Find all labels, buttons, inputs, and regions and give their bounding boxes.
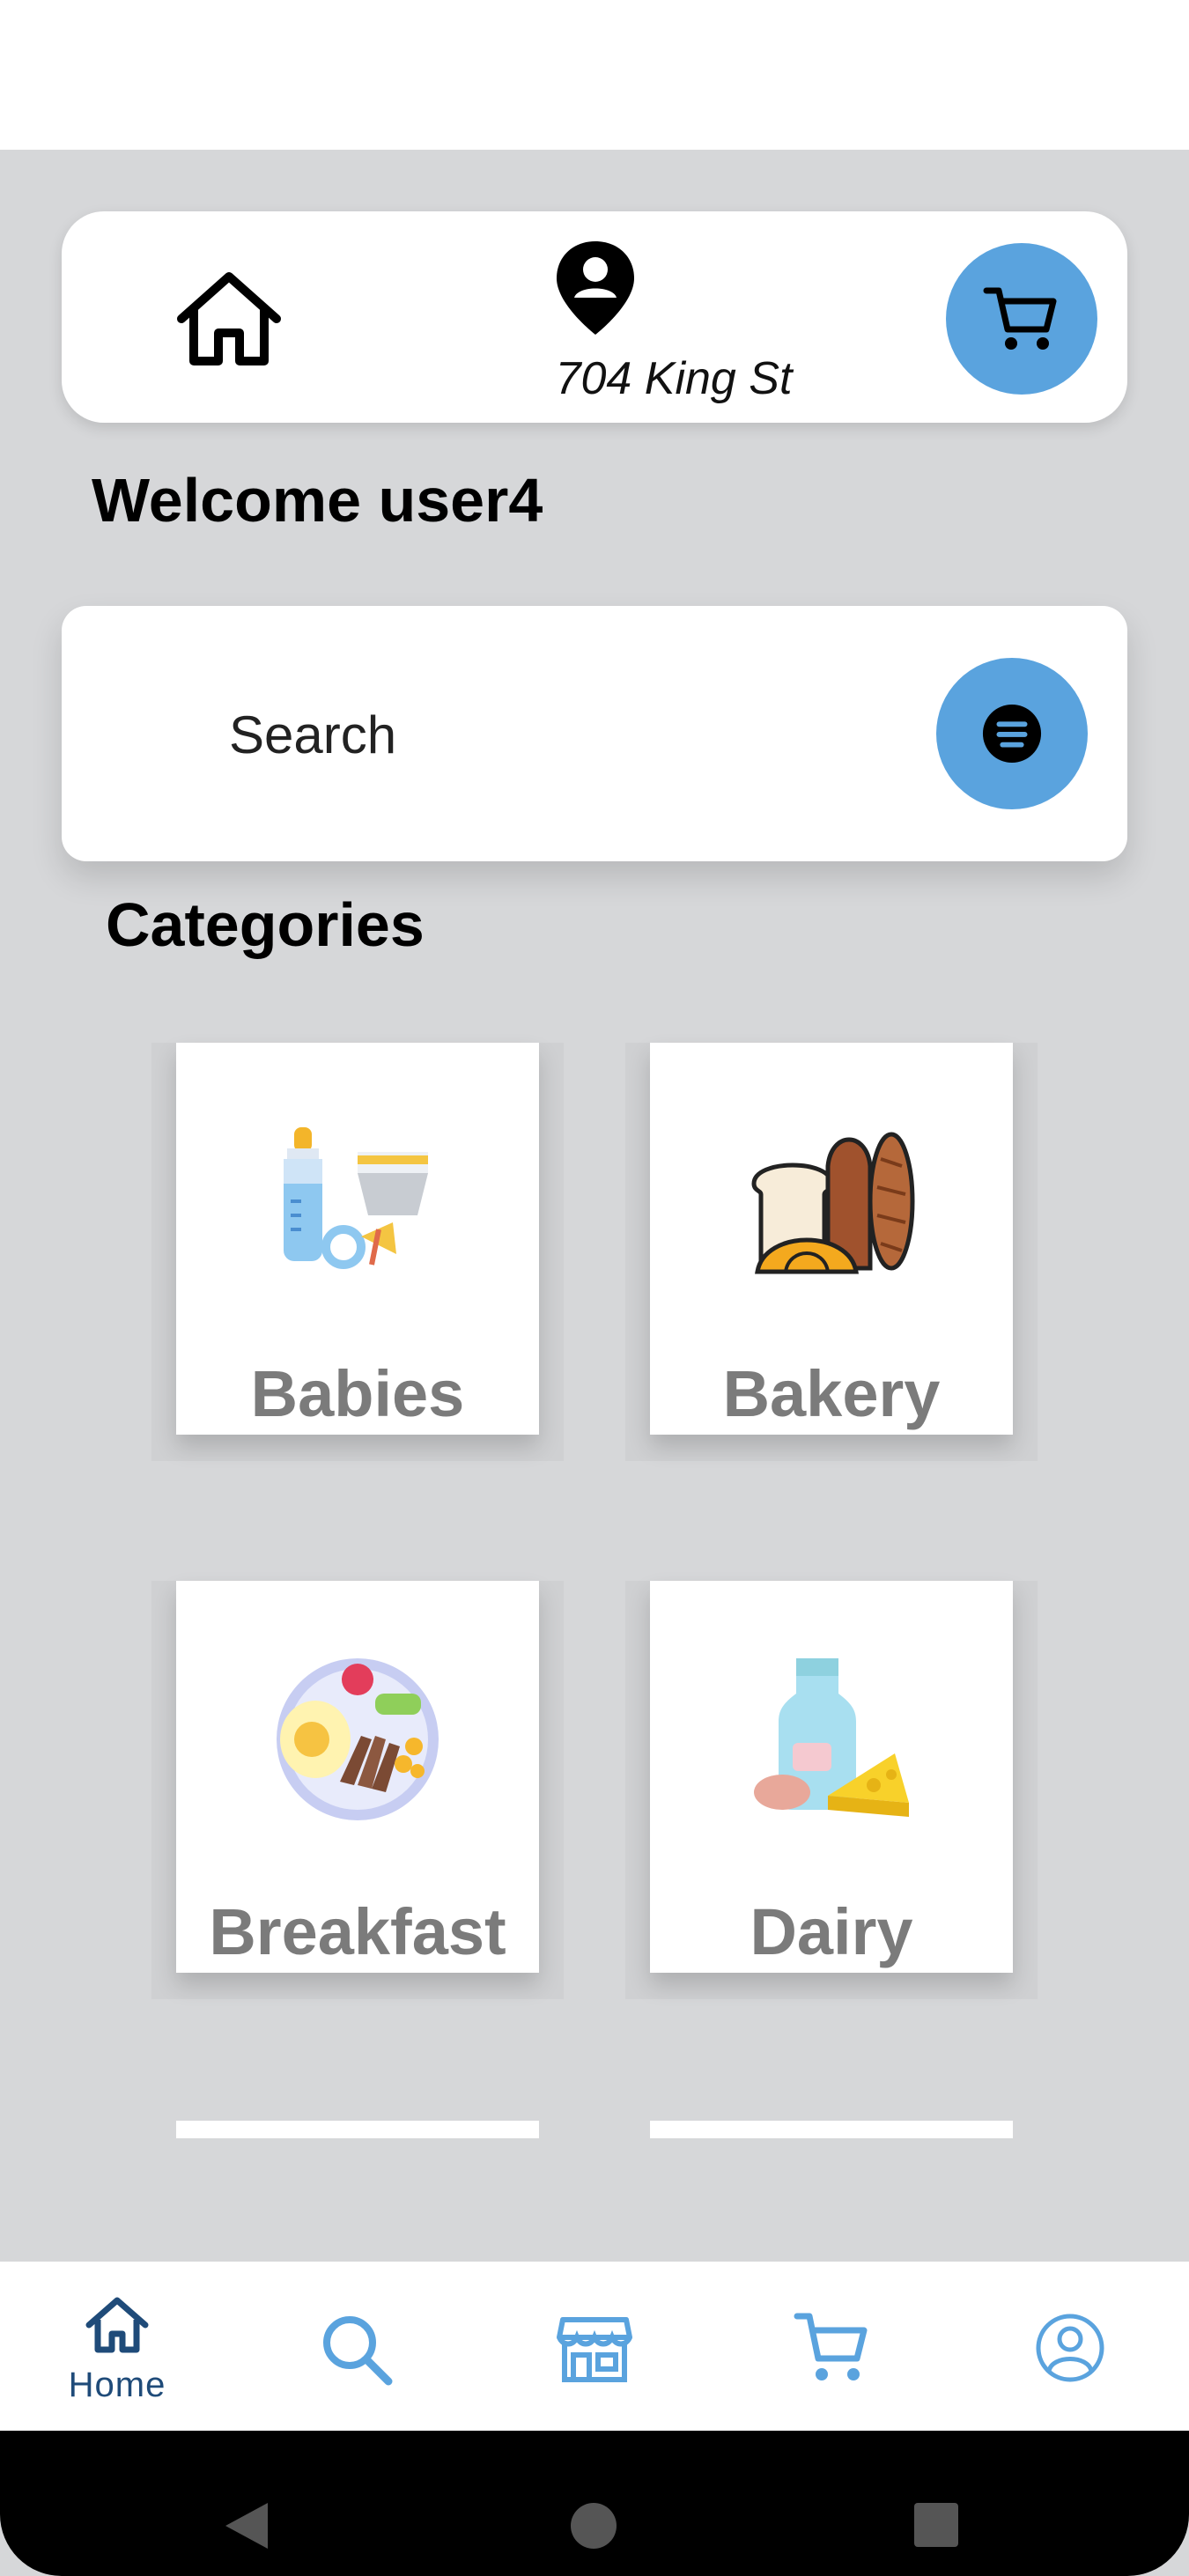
category-tile-wrap: Breakfast — [151, 1581, 564, 1999]
back-icon[interactable] — [222, 2499, 271, 2552]
store-icon — [557, 2317, 632, 2382]
system-nav-bar — [0, 2431, 1189, 2576]
header-card: 704 King St — [62, 211, 1127, 423]
nav-store[interactable] — [506, 2262, 683, 2431]
category-tile-wrap: Bakery — [625, 1043, 1038, 1461]
category-label: Bakery — [722, 1357, 941, 1430]
category-tile-partial[interactable] — [650, 2121, 1013, 2138]
categories-heading: Categories — [106, 890, 425, 959]
category-tile-babies[interactable]: Babies — [176, 1043, 539, 1435]
cart-icon — [794, 2313, 868, 2380]
category-label: Dairy — [750, 1895, 913, 1968]
category-tile-breakfast[interactable]: Breakfast — [176, 1581, 539, 1973]
breakfast-plate-icon — [277, 1658, 439, 1820]
recents-square-icon[interactable] — [912, 2501, 960, 2549]
category-tile-wrap: Babies — [151, 1043, 564, 1461]
filter-icon — [982, 704, 1042, 764]
milk-cheese-icon — [754, 1658, 909, 1817]
profile-icon — [1036, 2314, 1104, 2382]
home-icon — [85, 2297, 149, 2353]
category-tile-dairy[interactable]: Dairy — [650, 1581, 1013, 1973]
home-icon[interactable] — [174, 269, 284, 368]
bread-icon — [751, 1132, 915, 1274]
location-text[interactable]: 704 King St — [432, 352, 916, 405]
category-tile-partial[interactable] — [176, 2121, 539, 2138]
search-icon — [323, 2316, 393, 2386]
home-circle-icon[interactable] — [569, 2501, 618, 2550]
welcome-heading: Welcome user4 — [92, 466, 543, 535]
baby-bottle-icon — [284, 1127, 428, 1269]
search-card — [62, 606, 1127, 861]
nav-home[interactable]: Home — [29, 2262, 205, 2431]
category-tile-bakery[interactable]: Bakery — [650, 1043, 1013, 1435]
nav-home-label: Home — [68, 2366, 166, 2404]
cart-button[interactable] — [946, 243, 1097, 395]
category-tile-wrap: Dairy — [625, 1581, 1038, 1999]
nav-search[interactable] — [269, 2262, 445, 2431]
category-label: Babies — [250, 1357, 465, 1430]
bottom-nav: Home — [0, 2262, 1189, 2431]
nav-profile[interactable] — [982, 2262, 1158, 2431]
category-label: Breakfast — [209, 1895, 506, 1968]
location-pin-icon — [557, 241, 634, 335]
nav-cart[interactable] — [744, 2262, 920, 2431]
search-input[interactable] — [227, 690, 900, 779]
cart-icon — [983, 287, 1057, 350]
status-bar — [0, 0, 1189, 150]
filter-button[interactable] — [936, 658, 1088, 809]
